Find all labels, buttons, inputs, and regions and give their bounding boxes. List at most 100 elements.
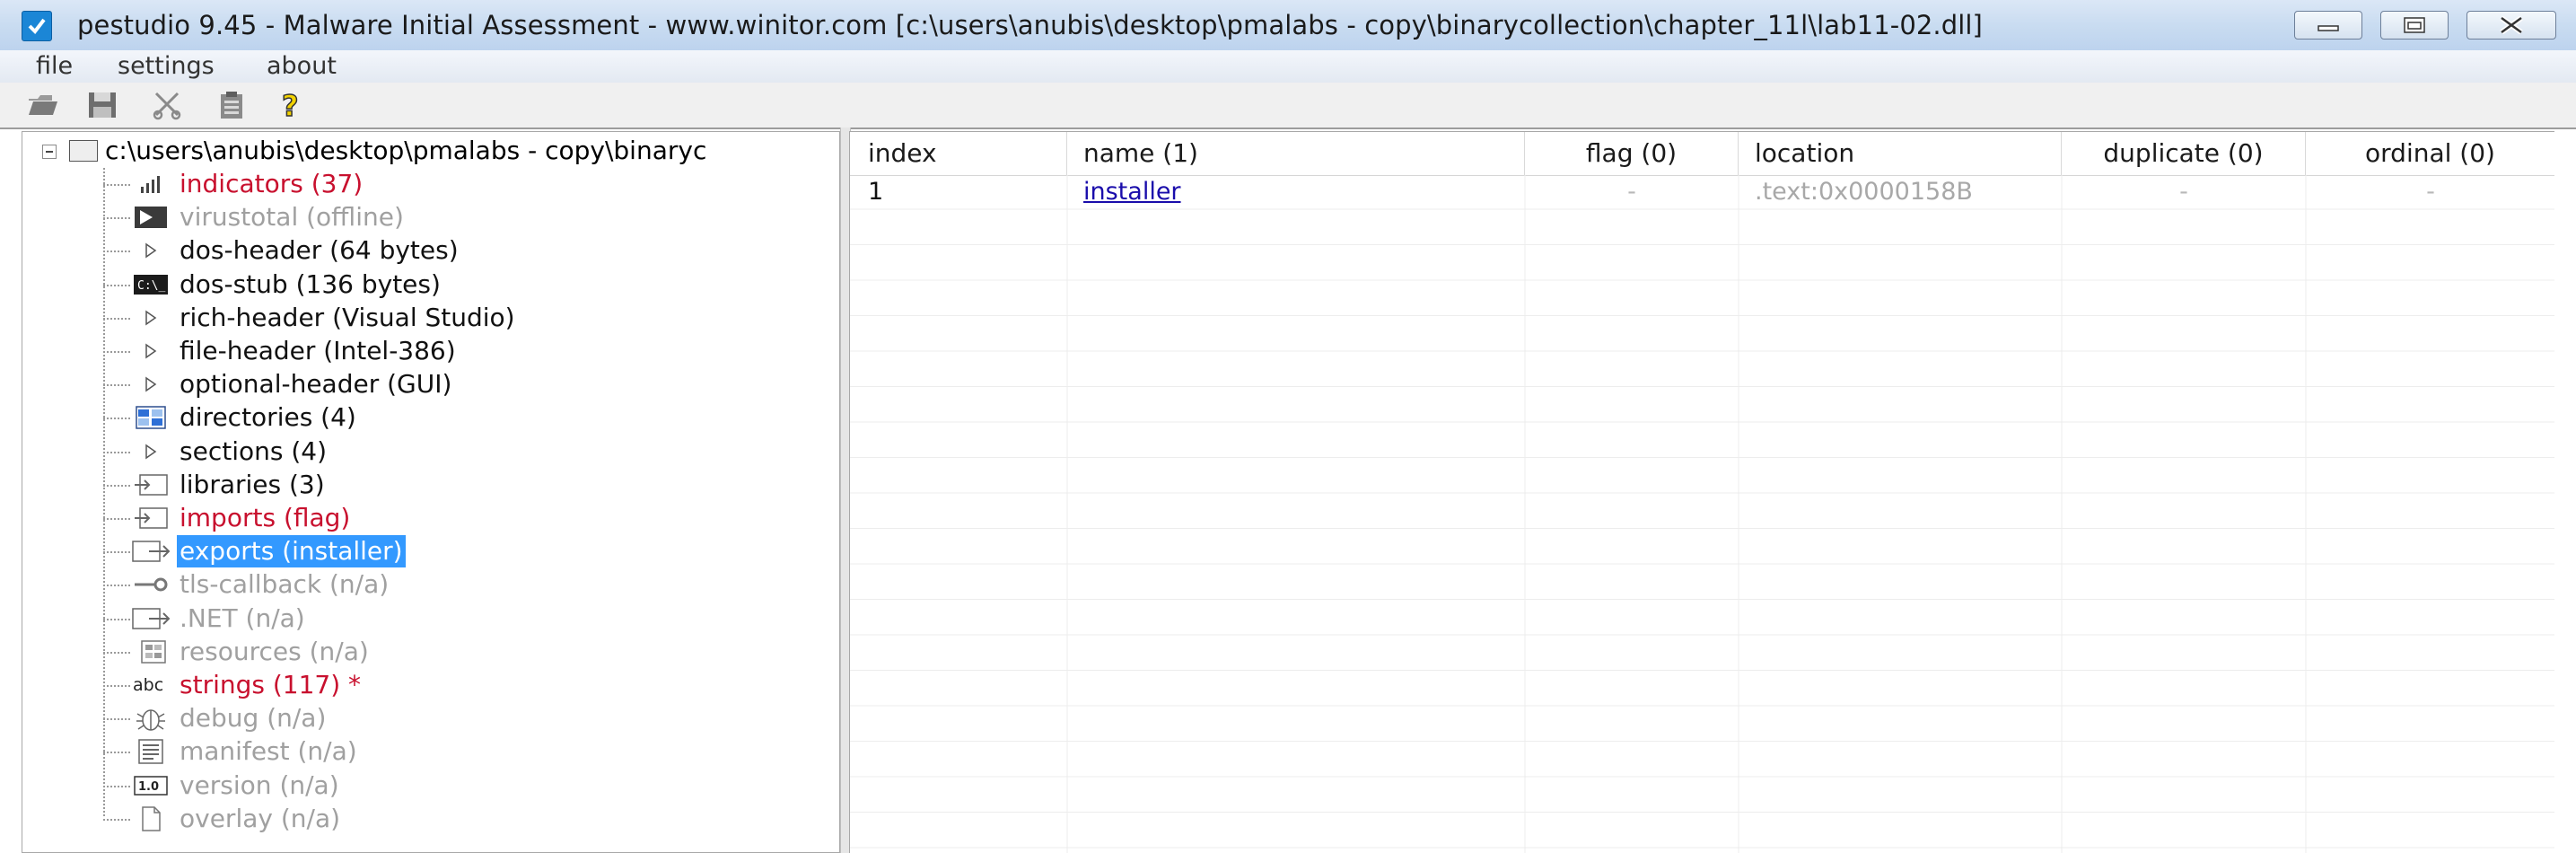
tree-item-label: indicators (37) [180, 169, 364, 198]
pestudio-app-icon [22, 11, 52, 41]
tree-root-label: c:\users\anubis\desktop\pmalabs - copy\b… [105, 136, 707, 165]
tree-connector [103, 718, 130, 721]
tree-item-libraries[interactable]: libraries (3) [103, 469, 821, 501]
cell-flag: - [1627, 178, 1636, 206]
column-header-location[interactable]: location [1739, 132, 2062, 175]
tree-item-rich-header[interactable]: rich-header (Visual Studio) [103, 302, 821, 334]
import-icon [130, 504, 171, 532]
triangle-right-icon [130, 303, 171, 332]
tree-item-label: sections (4) [180, 435, 327, 466]
svg-text:abc: abc [133, 675, 163, 695]
tree-item-version[interactable]: 1.0 version (n/a) [103, 769, 821, 802]
tree-item-label: resources (n/a) [180, 636, 369, 666]
version-icon: 1.0 [130, 771, 171, 800]
bug-icon [130, 704, 171, 733]
cell-name-link[interactable]: installer [1067, 175, 1525, 209]
tree-item-exports[interactable]: exports (installer) [103, 535, 821, 568]
column-header-flag[interactable]: flag (0) [1525, 132, 1739, 175]
tree-item-label: virustotal (offline) [180, 202, 404, 233]
tree-connector [103, 752, 130, 754]
virustotal-icon [130, 203, 171, 232]
tree-item-strings[interactable]: abc strings (117) * [103, 669, 821, 701]
tree-item-optional-header[interactable]: optional-header (GUI) [103, 368, 821, 400]
cell-location: .text:0x0000158B [1755, 178, 1973, 206]
tree-item-directories[interactable]: directories (4) [103, 401, 821, 434]
cut-icon[interactable] [151, 90, 183, 120]
tree-item-label: libraries (3) [180, 469, 325, 499]
tree-item-file-header[interactable]: file-header (Intel-386) [103, 335, 821, 367]
svg-text:C:\_: C:\_ [137, 279, 165, 293]
table-header: index name (1) flag (0) location duplica… [850, 132, 2554, 176]
folder-open-icon[interactable] [27, 90, 59, 120]
abc-icon: abc [130, 671, 171, 699]
tree-item-debug[interactable]: debug (n/a) [103, 702, 821, 734]
cell-index: 1 [868, 178, 884, 206]
tree-connector [103, 685, 130, 687]
minimize-button[interactable] [2294, 11, 2362, 40]
maximize-button[interactable] [2380, 11, 2449, 40]
tree-item-dos-header[interactable]: dos-header (64 bytes) [103, 234, 821, 267]
tree-item-label: version (n/a) [180, 769, 339, 800]
tree-item-sections[interactable]: sections (4) [103, 435, 821, 468]
tree-item-label: directories (4) [180, 402, 356, 433]
tree-item-net[interactable]: .NET (n/a) [103, 602, 821, 635]
manifest-icon [130, 737, 171, 766]
tree-connector [103, 384, 130, 387]
tree-item-label: strings (117) * [180, 670, 362, 699]
tree-connector [103, 284, 130, 286]
column-header-index[interactable]: index [850, 132, 1067, 175]
tree-connector [103, 418, 130, 420]
column-header-name[interactable]: name (1) [1067, 132, 1525, 175]
clipboard-icon[interactable] [215, 90, 248, 120]
cell-ordinal: - [2426, 178, 2435, 206]
tree-item-virustotal[interactable]: virustotal (offline) [103, 201, 821, 233]
tree-item-label: .NET (n/a) [180, 602, 305, 633]
title-bar: pestudio 9.45 - Malware Initial Assessme… [0, 0, 2576, 51]
tree-connector [103, 818, 130, 821]
tree-item-manifest[interactable]: manifest (n/a) [103, 735, 821, 768]
tree-connector [103, 317, 130, 320]
cell-duplicate: - [2179, 178, 2188, 206]
library-icon [130, 470, 171, 499]
export-icon [130, 604, 171, 633]
exports-table[interactable]: index name (1) flag (0) location duplica… [849, 131, 2554, 853]
key-icon [130, 570, 171, 599]
menu-settings[interactable]: settings [118, 52, 215, 80]
svg-text:?: ? [282, 90, 299, 120]
tree-item-resources[interactable]: resources (n/a) [103, 636, 821, 668]
tree-item-imports[interactable]: imports (flag) [103, 502, 821, 534]
triangle-right-icon [130, 337, 171, 365]
tree-item-label: dos-header (64 bytes) [180, 235, 459, 266]
page-icon [130, 805, 171, 833]
tree-connector [103, 184, 130, 186]
file-root-icon [69, 140, 98, 162]
tree-item-indicators[interactable]: indicators (37) [103, 168, 821, 200]
table-grid [850, 175, 2554, 853]
menu-about[interactable]: about [267, 52, 337, 80]
table-row[interactable]: 1 installer - .text:0x0000158B - - [850, 175, 2554, 209]
tree-connector [103, 551, 130, 554]
tree-item-overlay[interactable]: overlay (n/a) [103, 803, 821, 835]
close-button[interactable] [2466, 11, 2556, 40]
column-header-ordinal[interactable]: ordinal (0) [2306, 132, 2554, 175]
tree-item-label: rich-header (Visual Studio) [180, 302, 515, 332]
tree-connector [103, 484, 130, 487]
tree-panel[interactable]: c:\users\anubis\desktop\pmalabs - copy\b… [22, 131, 840, 853]
tree-connector [103, 251, 130, 253]
help-icon[interactable]: ? [276, 88, 309, 124]
tree-connector [103, 351, 130, 353]
export-icon [130, 537, 171, 566]
directories-icon [130, 403, 171, 432]
tree-connector [103, 451, 130, 453]
menu-file[interactable]: file [36, 52, 73, 80]
svg-text:1.0: 1.0 [138, 780, 159, 794]
tree-item-label: debug (n/a) [180, 703, 327, 734]
maximize-icon [2404, 17, 2425, 33]
collapse-icon[interactable] [42, 145, 57, 159]
column-header-duplicate[interactable]: duplicate (0) [2062, 132, 2306, 175]
tree-item-dos-stub[interactable]: C:\_ dos-stub (136 bytes) [103, 268, 821, 301]
tree-connector [103, 217, 130, 220]
tree-item-label: overlay (n/a) [180, 803, 341, 833]
tree-item-tls-callback[interactable]: tls-callback (n/a) [103, 568, 821, 601]
save-icon[interactable] [86, 90, 118, 120]
